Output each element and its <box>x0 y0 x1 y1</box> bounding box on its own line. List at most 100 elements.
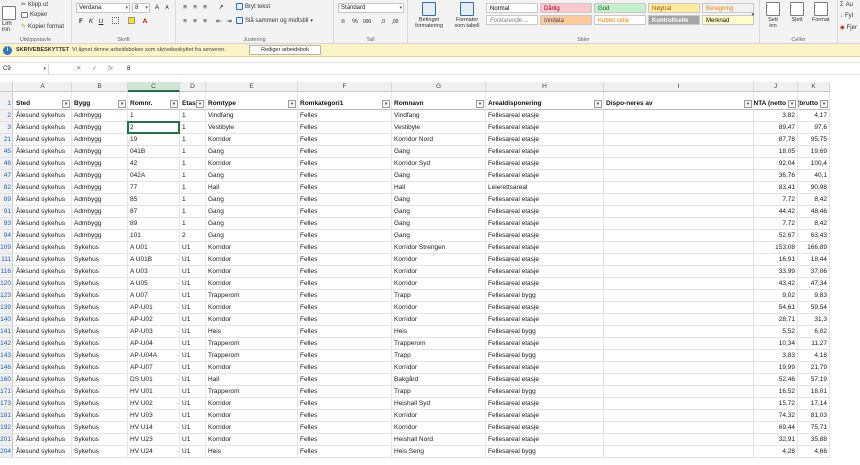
table-cell[interactable]: Trapperom <box>392 338 486 350</box>
filter-dropdown-icon[interactable]: ▾ <box>820 100 828 108</box>
table-cell[interactable]: 33,99 <box>754 266 798 278</box>
table-cell[interactable]: Trapp <box>392 386 486 398</box>
cell-style-4[interactable]: Beregning <box>702 3 754 13</box>
table-cell[interactable]: 1 <box>180 134 206 146</box>
table-cell[interactable]: Ålesund sykehus <box>14 230 72 242</box>
table-cell[interactable]: Felles <box>298 158 392 170</box>
table-cell[interactable]: Felles <box>298 326 392 338</box>
table-cell[interactable]: Admbygg <box>72 146 128 158</box>
filter-dropdown-icon[interactable]: ▾ <box>62 100 70 108</box>
table-cell[interactable] <box>604 194 754 206</box>
table-cell[interactable]: 28,71 <box>754 314 798 326</box>
table-cell[interactable]: Ålesund sykehus <box>14 314 72 326</box>
table-cell[interactable] <box>604 266 754 278</box>
column-header-g[interactable]: G <box>392 82 486 92</box>
table-cell[interactable]: 4,18 <box>798 350 830 362</box>
table-cell[interactable]: Admbygg <box>72 194 128 206</box>
table-cell[interactable]: Fellesareal etasje <box>486 218 604 230</box>
align-right-icon[interactable]: ≡ <box>200 17 210 27</box>
table-cell[interactable]: 36,76 <box>754 170 798 182</box>
table-cell[interactable]: Korridor <box>206 302 298 314</box>
table-cell[interactable]: Felles <box>298 146 392 158</box>
table-cell[interactable]: Ålesund sykehus <box>14 254 72 266</box>
table-cell[interactable] <box>604 182 754 194</box>
table-cell[interactable]: Vindfang <box>392 110 486 122</box>
table-cell[interactable]: Ålesund sykehus <box>14 266 72 278</box>
table-cell[interactable]: Felles <box>298 386 392 398</box>
row-header[interactable]: 94 <box>0 230 13 242</box>
cell-style-7[interactable]: Koblet celle <box>594 15 646 25</box>
font-size-combo[interactable]: 8 ▾ <box>132 3 150 13</box>
table-cell[interactable]: Gang <box>392 146 486 158</box>
table-cell[interactable]: Ålesund sykehus <box>14 302 72 314</box>
table-cell[interactable]: 1 <box>180 110 206 122</box>
select-all-corner[interactable] <box>0 82 13 92</box>
table-cell[interactable]: Korridor Strengen <box>392 242 486 254</box>
table-cell[interactable]: Felles <box>298 398 392 410</box>
merge-center-button[interactable]: Slå sammen og midtstill ▾ <box>236 17 313 24</box>
table-cell[interactable]: 11,27 <box>798 338 830 350</box>
table-cell[interactable]: Gang <box>392 230 486 242</box>
table-cell[interactable]: 5,52 <box>754 326 798 338</box>
table-cell[interactable]: 1 <box>128 110 180 122</box>
table-cell[interactable]: 1 <box>180 206 206 218</box>
table-cell[interactable]: Korridor <box>392 422 486 434</box>
table-cell[interactable]: U1 <box>180 278 206 290</box>
grow-font-button[interactable]: A <box>152 3 162 13</box>
table-cell[interactable]: U1 <box>180 350 206 362</box>
paste-button[interactable]: Lim inn <box>2 6 16 33</box>
table-cell[interactable]: 52,46 <box>754 374 798 386</box>
table-cell[interactable]: 19 <box>128 134 180 146</box>
table-cell[interactable]: Ålesund sykehus <box>14 122 72 134</box>
table-cell[interactable]: Heis <box>392 326 486 338</box>
table-cell[interactable]: Sykehus <box>72 434 128 446</box>
row-header[interactable]: 120 <box>0 278 13 290</box>
column-header-e[interactable]: E <box>206 82 298 92</box>
table-cell[interactable]: U1 <box>180 446 206 458</box>
table-cell[interactable] <box>604 314 754 326</box>
table-cell[interactable] <box>604 398 754 410</box>
increase-indent-icon[interactable]: ⇥ <box>224 17 234 27</box>
filter-dropdown-icon[interactable]: ▾ <box>594 100 602 108</box>
cell-style-5[interactable]: Forklarende ... <box>486 15 538 25</box>
table-cell[interactable]: HV U23 <box>128 434 180 446</box>
column-title-cell[interactable]: BTA (brutto▾ <box>798 92 830 110</box>
column-header-k[interactable]: K <box>798 82 830 92</box>
table-cell[interactable] <box>604 374 754 386</box>
table-cell[interactable]: 81,03 <box>798 410 830 422</box>
font-color-icon[interactable]: A <box>140 17 150 27</box>
table-cell[interactable]: Admbygg <box>72 158 128 170</box>
table-cell[interactable]: Fellesareal etasje <box>486 230 604 242</box>
row-header[interactable]: 3 <box>0 122 13 134</box>
table-cell[interactable]: A U05 <box>128 278 180 290</box>
table-cell[interactable]: Sykehus <box>72 314 128 326</box>
table-cell[interactable]: Gang <box>206 170 298 182</box>
table-cell[interactable]: Fellesareal etasje <box>486 434 604 446</box>
column-title-cell[interactable]: Romkategori1 ▾ <box>298 92 392 110</box>
table-cell[interactable]: Felles <box>298 362 392 374</box>
format-painter-button[interactable]: ✎ Kopier format <box>21 23 64 31</box>
borders-icon[interactable] <box>110 17 120 27</box>
table-cell[interactable]: Leierettsareal <box>486 182 604 194</box>
table-cell[interactable]: 44,42 <box>754 206 798 218</box>
table-cell[interactable]: 3,82 <box>754 110 798 122</box>
table-cell[interactable]: Heishall Nord <box>392 434 486 446</box>
currency-icon[interactable]: ¤ <box>338 17 348 27</box>
table-cell[interactable]: Korridor <box>206 398 298 410</box>
cell-style-2[interactable]: God <box>594 3 646 13</box>
copy-button[interactable]: Kopier <box>21 12 47 18</box>
row-header[interactable]: 173 <box>0 398 13 410</box>
table-cell[interactable]: Heis <box>206 326 298 338</box>
table-cell[interactable]: Sykehus <box>72 446 128 458</box>
table-cell[interactable]: HV U01 <box>128 386 180 398</box>
table-cell[interactable]: 19,99 <box>754 362 798 374</box>
table-cell[interactable]: 4,28 <box>754 446 798 458</box>
table-cell[interactable]: Korridor <box>392 278 486 290</box>
table-cell[interactable]: Felles <box>298 122 392 134</box>
table-cell[interactable]: 42 <box>128 158 180 170</box>
table-cell[interactable]: Ålesund sykehus <box>14 350 72 362</box>
table-cell[interactable] <box>604 158 754 170</box>
row-header[interactable]: 1 <box>0 92 13 110</box>
table-cell[interactable] <box>604 110 754 122</box>
filter-dropdown-icon[interactable]: ▾ <box>196 100 204 108</box>
